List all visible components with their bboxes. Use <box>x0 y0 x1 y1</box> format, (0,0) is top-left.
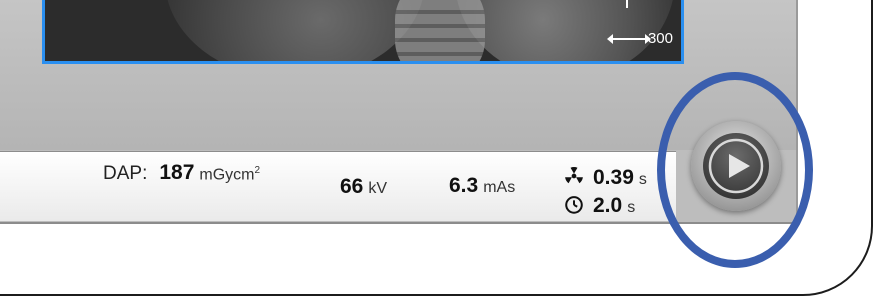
timer-readout: 2.0 s <box>563 190 635 218</box>
xray-preview-image[interactable]: 300 <box>42 0 684 64</box>
scale-label: 300 <box>647 30 673 47</box>
marker-tick <box>626 0 628 8</box>
dap-label: DAP: <box>103 163 148 184</box>
xray-left-lung <box>165 0 425 61</box>
dap-readout: DAP: 187 mGycm2 <box>103 161 260 185</box>
timer-unit: s <box>627 199 636 216</box>
timer-value: 2.0 <box>593 194 623 217</box>
exposure-time-readout: 0.39 s <box>563 162 647 190</box>
mas-readout: 6.3 mAs <box>449 174 515 198</box>
stopwatch-icon <box>565 196 583 214</box>
mas-unit: mAs <box>483 179 516 196</box>
radiation-icon <box>565 167 583 184</box>
dap-unit: mGycm2 <box>199 164 261 183</box>
kv-value: 66 <box>340 175 364 198</box>
highlight-ring <box>657 72 813 268</box>
dap-value: 187 <box>159 161 195 184</box>
double-arrow-icon <box>606 33 651 44</box>
exposure-time-unit: s <box>638 171 647 188</box>
xray-spine <box>395 0 485 61</box>
exposure-time-value: 0.39 <box>593 166 634 189</box>
kv-readout: 66 kV <box>340 175 387 199</box>
kv-unit: kV <box>368 180 388 197</box>
exposure-parameter-bar: DAP: 187 mGycm2 66 kV 6.3 mAs 0.39 s 2.0… <box>0 151 676 221</box>
scale-indicator: 300 <box>606 30 673 47</box>
mas-value: 6.3 <box>449 174 479 197</box>
